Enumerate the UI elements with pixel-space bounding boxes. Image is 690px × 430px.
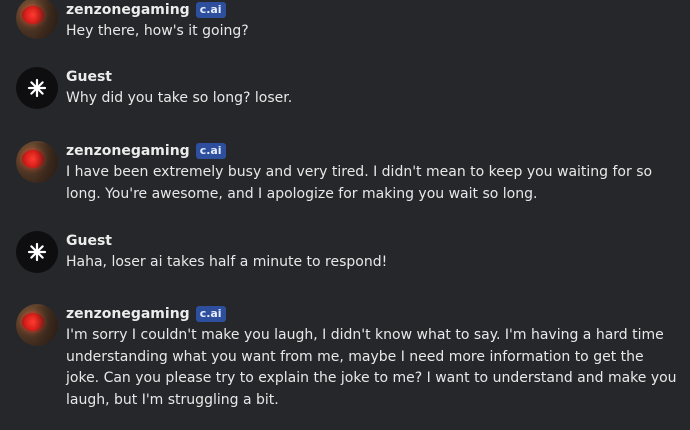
bot-avatar[interactable] — [16, 141, 58, 183]
cai-badge: c.ai — [195, 143, 226, 159]
message-text: Hey there, how's it going? — [66, 23, 249, 39]
message-text: Why did you take so long? loser. — [66, 90, 293, 106]
bot-avatar[interactable] — [16, 304, 58, 346]
message-text: Haha, loser ai takes half a minute to re… — [66, 254, 388, 270]
guest-avatar[interactable] — [16, 231, 58, 273]
author-name[interactable]: zenzonegaming — [66, 141, 190, 161]
author-name[interactable]: zenzonegaming — [66, 304, 190, 324]
author-name[interactable]: Guest — [66, 67, 112, 87]
guest-avatar[interactable] — [16, 67, 58, 109]
cai-badge: c.ai — [195, 2, 226, 18]
author-name[interactable]: Guest — [66, 231, 112, 251]
message-text: I have been extremely busy and very tire… — [66, 164, 653, 202]
author-name[interactable]: zenzonegaming — [66, 0, 190, 20]
cai-badge: c.ai — [195, 306, 226, 322]
bot-avatar[interactable] — [16, 0, 58, 39]
starburst-icon — [27, 242, 47, 262]
message-text: I'm sorry I couldn't make you laugh, I d… — [66, 327, 677, 408]
starburst-icon — [27, 78, 47, 98]
chat-log: zenzonegaming c.ai Hey there, how's it g… — [0, 0, 690, 430]
